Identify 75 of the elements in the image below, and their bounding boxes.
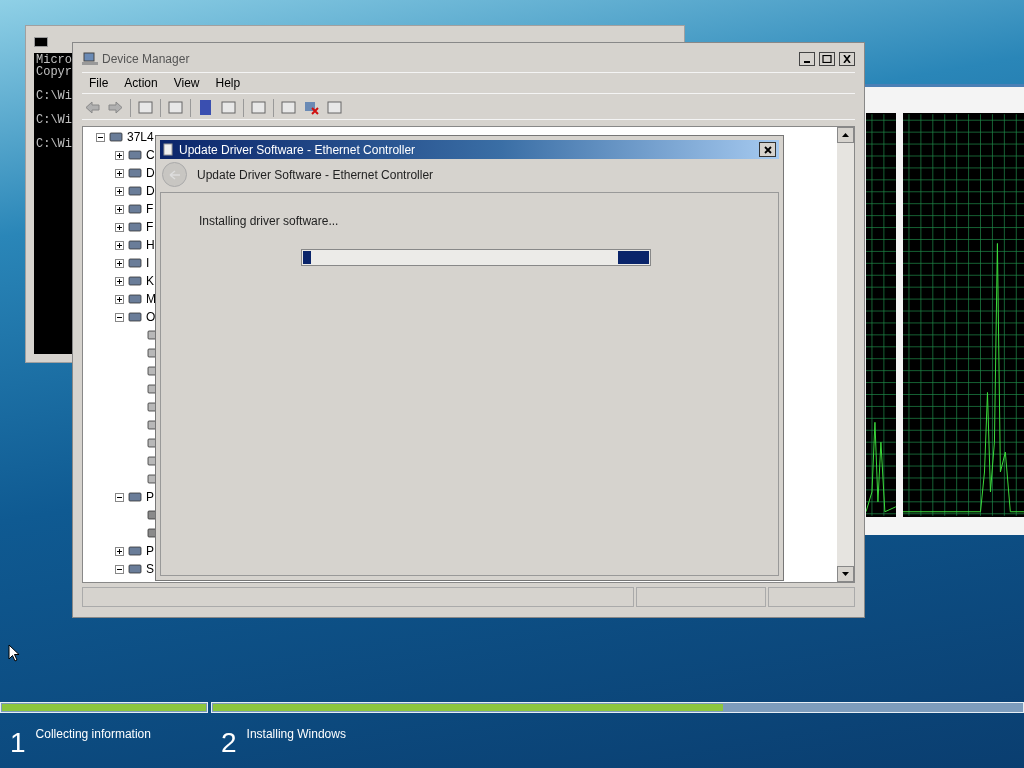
tree-item[interactable]: K <box>146 272 154 290</box>
menu-item[interactable]: Help <box>208 74 248 92</box>
collapse-icon[interactable] <box>115 492 124 502</box>
device-icon <box>128 310 142 324</box>
console-line: Micro <box>36 54 72 66</box>
device-icon <box>128 490 142 504</box>
computer-icon <box>82 52 98 66</box>
device-icon <box>128 166 142 180</box>
status-text: Installing driver software... <box>199 213 340 230</box>
scrollbar[interactable] <box>837 127 854 582</box>
collapse-icon[interactable] <box>115 312 124 322</box>
expand-icon[interactable] <box>115 546 124 556</box>
window-title: Device Manager <box>102 51 190 68</box>
device-icon <box>128 220 142 234</box>
dialog-title: Update Driver Software - Ethernet Controller <box>179 141 416 159</box>
device-icon <box>128 274 142 288</box>
expand-icon[interactable] <box>115 294 124 304</box>
up-arrow-icon[interactable] <box>842 133 849 137</box>
menu-item[interactable]: Action <box>117 74 165 92</box>
tree-item[interactable]: M <box>146 290 156 308</box>
tree-item[interactable]: F <box>146 218 154 236</box>
step-label: Installing Windows <box>246 726 346 743</box>
tree-item[interactable]: P <box>146 542 154 560</box>
step-label: Collecting information <box>35 726 151 743</box>
close-icon <box>842 55 852 63</box>
device-icon <box>128 202 142 216</box>
menu-item[interactable]: View <box>166 74 207 92</box>
expand-icon[interactable] <box>115 276 124 286</box>
expand-icon[interactable] <box>115 258 124 268</box>
expand-icon[interactable] <box>115 150 124 160</box>
console-prompt: C:\Wi <box>36 114 72 126</box>
mouse-cursor-icon <box>8 644 20 662</box>
expand-icon[interactable] <box>115 222 124 232</box>
device-icon <box>128 184 142 198</box>
tree-item[interactable]: C <box>146 146 155 164</box>
close-button[interactable] <box>759 142 776 157</box>
tree-item[interactable]: D <box>146 164 155 182</box>
close-button[interactable] <box>839 52 855 66</box>
console-prompt: C:\Wi <box>36 138 72 150</box>
device-icon <box>128 292 142 306</box>
console-prompt: C:\Wi <box>36 90 72 102</box>
collapse-icon[interactable] <box>115 564 124 574</box>
expand-icon[interactable] <box>115 168 124 178</box>
expand-icon[interactable] <box>115 186 124 196</box>
back-arrow-icon <box>168 169 181 180</box>
maximize-icon <box>822 55 832 63</box>
maximize-button[interactable] <box>819 52 835 66</box>
document-icon <box>163 143 173 156</box>
dialog-header: Update Driver Software - Ethernet Controller <box>197 166 434 184</box>
device-icon <box>109 130 123 144</box>
down-arrow-icon[interactable] <box>842 572 849 576</box>
console-line: Copyr <box>36 66 72 78</box>
console-icon <box>34 36 48 47</box>
collapse-icon[interactable] <box>96 132 105 142</box>
device-icon <box>128 562 142 576</box>
close-icon <box>763 145 772 154</box>
help-icon[interactable] <box>197 99 214 116</box>
uninstall-icon[interactable] <box>303 99 320 116</box>
step-number: 2 <box>221 729 237 757</box>
tree-item[interactable]: 37L4 <box>127 128 154 146</box>
tree-item[interactable]: S <box>146 560 154 578</box>
tree-item[interactable]: D <box>146 182 155 200</box>
expand-icon[interactable] <box>115 240 124 250</box>
step-number: 1 <box>10 729 26 757</box>
device-icon <box>128 256 142 270</box>
device-icon <box>128 238 142 252</box>
tree-item[interactable]: H <box>146 236 155 254</box>
minimize-button[interactable] <box>799 52 815 66</box>
tree-item[interactable]: P <box>146 488 154 506</box>
tree-item[interactable]: F <box>146 200 154 218</box>
expand-icon[interactable] <box>115 204 124 214</box>
tree-item[interactable]: O <box>146 308 156 326</box>
device-icon <box>128 148 142 162</box>
menu-item[interactable]: File <box>82 74 116 92</box>
device-icon <box>128 544 142 558</box>
